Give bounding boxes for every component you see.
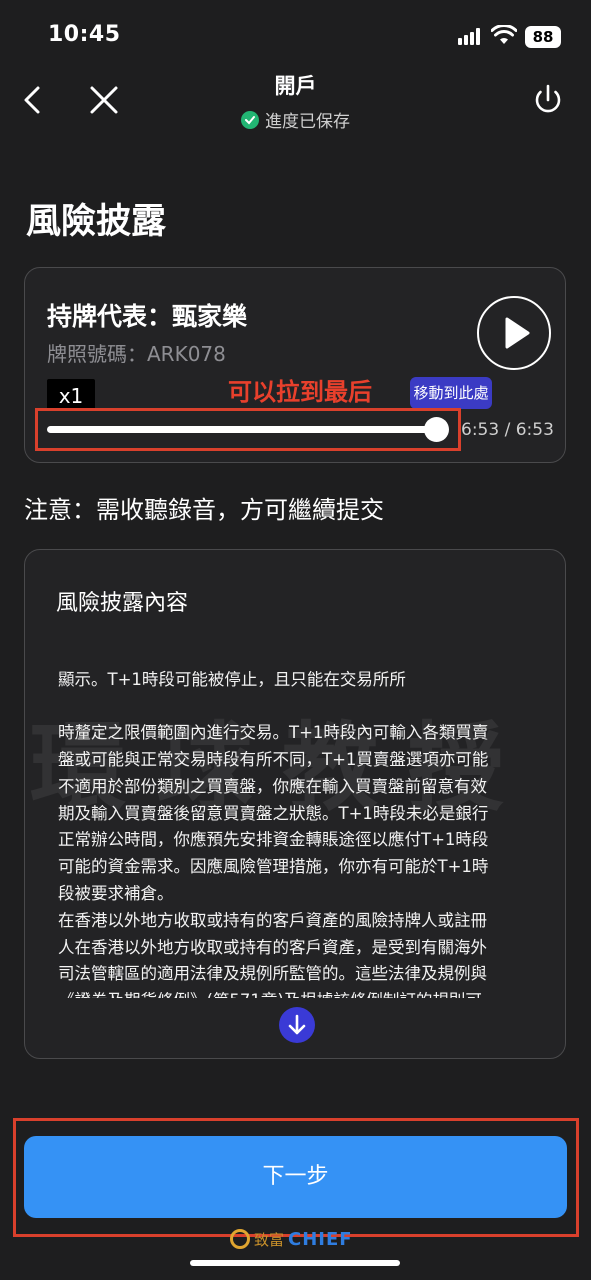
annotation-highlight-box-bottom xyxy=(13,1118,579,1237)
disclosure-title: 風險披露內容 xyxy=(56,591,189,616)
disclosure-line: 人在香港以外地方收取或持有的客戶資產，是受到有關海外 xyxy=(58,937,487,957)
representative-name: 持牌代表：甄家樂 xyxy=(47,302,248,331)
scroll-down-button[interactable] xyxy=(279,1007,315,1043)
play-icon xyxy=(505,317,530,349)
wifi-icon xyxy=(491,25,517,44)
status-time: 10:45 xyxy=(48,22,121,47)
disclosure-line: 正常辦公時間，你應預先安排資金轉賬途徑以應付T+1時段 xyxy=(58,830,489,850)
check-circle-icon xyxy=(241,110,259,129)
power-icon[interactable] xyxy=(528,80,568,120)
disclosure-line: 《證券及期貨條例》(第571章)及根據該條例制訂的規則可 xyxy=(58,988,568,998)
listen-notice: 注意：需收聽錄音，方可繼續提交 xyxy=(24,496,384,524)
page-title: 風險披露 xyxy=(26,202,167,242)
battery-indicator: 88 xyxy=(525,26,561,48)
annotation-text: 可以拉到最后 xyxy=(228,378,372,406)
annotation-highlight-box xyxy=(35,408,461,451)
saved-text: 進度已保存 xyxy=(265,112,350,132)
home-indicator xyxy=(190,1260,400,1266)
playback-speed-button[interactable]: x1 xyxy=(47,379,95,411)
disclosure-line: 段被要求補倉。 xyxy=(58,883,174,903)
brand-logo: 致富 CHIEF xyxy=(230,1228,353,1250)
disclosure-line: 在香港以外地方收取或持有的客戶資產的風險持牌人或註冊 xyxy=(58,910,487,930)
watermark: 環球教授 xyxy=(30,712,534,824)
brand-mark-icon xyxy=(230,1229,250,1249)
disclosure-line: 司法管轄區的適用法律及規例所監管的。這些法律及規例與 xyxy=(58,964,487,984)
license-number: 牌照號碼：ARK078 xyxy=(47,342,226,366)
cellular-signal-icon xyxy=(458,27,484,45)
time-readout: 6:53 / 6:53 xyxy=(461,420,554,440)
play-button[interactable] xyxy=(477,296,551,370)
page-header-title: 開戶 xyxy=(274,74,317,98)
arrow-down-icon xyxy=(288,1014,306,1035)
disclosure-line: 可能的資金需求。因應風險管理措施，你亦有可能於T+1時 xyxy=(58,857,489,877)
seek-tooltip: 移動到此處 xyxy=(410,377,492,409)
progress-saved-status: 進度已保存 xyxy=(0,107,591,132)
